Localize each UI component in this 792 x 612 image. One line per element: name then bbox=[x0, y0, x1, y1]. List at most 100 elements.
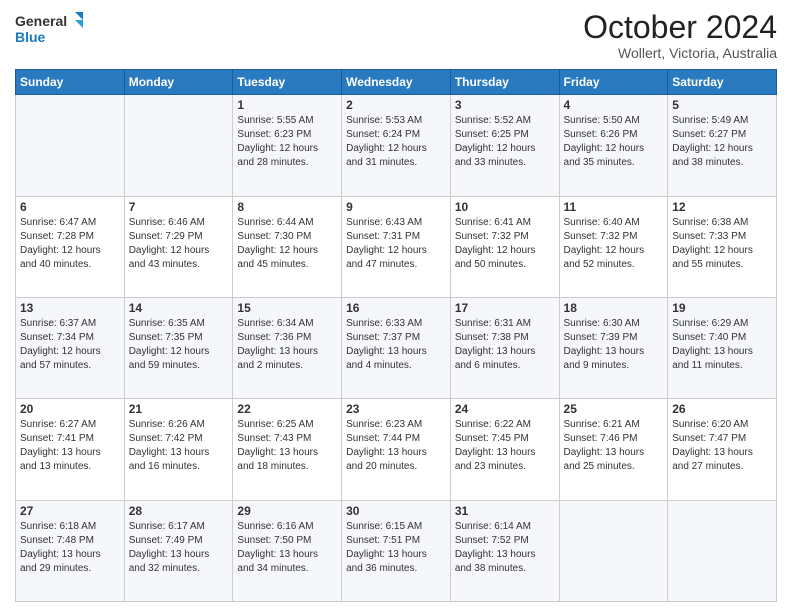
calendar-week-row: 27 Sunrise: 6:18 AM Sunset: 7:48 PM Dayl… bbox=[16, 500, 777, 601]
cell-info: Sunrise: 6:17 AM Sunset: 7:49 PM Dayligh… bbox=[129, 520, 229, 576]
table-row: 24 Sunrise: 6:22 AM Sunset: 7:45 PM Dayl… bbox=[450, 399, 559, 500]
sunset-text: Sunset: 7:50 PM bbox=[237, 535, 311, 546]
cell-info: Sunrise: 6:16 AM Sunset: 7:50 PM Dayligh… bbox=[237, 520, 337, 576]
sunset-text: Sunset: 6:27 PM bbox=[672, 129, 746, 140]
daylight-text: Daylight: 13 hours and 11 minutes. bbox=[672, 346, 753, 371]
cell-info: Sunrise: 6:23 AM Sunset: 7:44 PM Dayligh… bbox=[346, 418, 446, 474]
daylight-text: Daylight: 13 hours and 34 minutes. bbox=[237, 549, 318, 574]
cell-info: Sunrise: 6:15 AM Sunset: 7:51 PM Dayligh… bbox=[346, 520, 446, 576]
sunset-text: Sunset: 7:41 PM bbox=[20, 433, 94, 444]
cell-info: Sunrise: 6:41 AM Sunset: 7:32 PM Dayligh… bbox=[455, 216, 555, 272]
table-row: 21 Sunrise: 6:26 AM Sunset: 7:42 PM Dayl… bbox=[124, 399, 233, 500]
sunrise-text: Sunrise: 6:22 AM bbox=[455, 419, 531, 430]
calendar-week-row: 13 Sunrise: 6:37 AM Sunset: 7:34 PM Dayl… bbox=[16, 297, 777, 398]
day-number: 23 bbox=[346, 402, 446, 416]
daylight-text: Daylight: 13 hours and 18 minutes. bbox=[237, 447, 318, 472]
sunrise-text: Sunrise: 6:37 AM bbox=[20, 318, 96, 329]
daylight-text: Daylight: 12 hours and 28 minutes. bbox=[237, 143, 318, 168]
daylight-text: Daylight: 12 hours and 38 minutes. bbox=[672, 143, 753, 168]
sunset-text: Sunset: 7:47 PM bbox=[672, 433, 746, 444]
table-row: 13 Sunrise: 6:37 AM Sunset: 7:34 PM Dayl… bbox=[16, 297, 125, 398]
cell-info: Sunrise: 6:35 AM Sunset: 7:35 PM Dayligh… bbox=[129, 317, 229, 373]
svg-text:Blue: Blue bbox=[15, 29, 46, 45]
sunrise-text: Sunrise: 6:47 AM bbox=[20, 217, 96, 228]
table-row: 11 Sunrise: 6:40 AM Sunset: 7:32 PM Dayl… bbox=[559, 196, 668, 297]
sunset-text: Sunset: 7:52 PM bbox=[455, 535, 529, 546]
sunset-text: Sunset: 7:45 PM bbox=[455, 433, 529, 444]
sunset-text: Sunset: 7:32 PM bbox=[455, 231, 529, 242]
table-row: 2 Sunrise: 5:53 AM Sunset: 6:24 PM Dayli… bbox=[342, 95, 451, 196]
cell-info: Sunrise: 6:31 AM Sunset: 7:38 PM Dayligh… bbox=[455, 317, 555, 373]
daylight-text: Daylight: 13 hours and 36 minutes. bbox=[346, 549, 427, 574]
sunrise-text: Sunrise: 6:29 AM bbox=[672, 318, 748, 329]
table-row: 29 Sunrise: 6:16 AM Sunset: 7:50 PM Dayl… bbox=[233, 500, 342, 601]
sunset-text: Sunset: 7:42 PM bbox=[129, 433, 203, 444]
sunset-text: Sunset: 7:49 PM bbox=[129, 535, 203, 546]
sunset-text: Sunset: 7:29 PM bbox=[129, 231, 203, 242]
daylight-text: Daylight: 13 hours and 20 minutes. bbox=[346, 447, 427, 472]
day-number: 25 bbox=[564, 402, 664, 416]
day-number: 6 bbox=[20, 200, 120, 214]
cell-info: Sunrise: 6:34 AM Sunset: 7:36 PM Dayligh… bbox=[237, 317, 337, 373]
table-row: 7 Sunrise: 6:46 AM Sunset: 7:29 PM Dayli… bbox=[124, 196, 233, 297]
sunrise-text: Sunrise: 5:50 AM bbox=[564, 115, 640, 126]
sunset-text: Sunset: 7:30 PM bbox=[237, 231, 311, 242]
sunset-text: Sunset: 7:35 PM bbox=[129, 332, 203, 343]
table-row: 31 Sunrise: 6:14 AM Sunset: 7:52 PM Dayl… bbox=[450, 500, 559, 601]
day-number: 17 bbox=[455, 301, 555, 315]
daylight-text: Daylight: 13 hours and 16 minutes. bbox=[129, 447, 210, 472]
daylight-text: Daylight: 13 hours and 6 minutes. bbox=[455, 346, 536, 371]
cell-info: Sunrise: 6:37 AM Sunset: 7:34 PM Dayligh… bbox=[20, 317, 120, 373]
daylight-text: Daylight: 13 hours and 27 minutes. bbox=[672, 447, 753, 472]
col-wednesday: Wednesday bbox=[342, 70, 451, 95]
month-title: October 2024 bbox=[583, 10, 777, 45]
daylight-text: Daylight: 12 hours and 43 minutes. bbox=[129, 245, 210, 270]
day-number: 8 bbox=[237, 200, 337, 214]
sunset-text: Sunset: 6:24 PM bbox=[346, 129, 420, 140]
table-row: 3 Sunrise: 5:52 AM Sunset: 6:25 PM Dayli… bbox=[450, 95, 559, 196]
logo-svg: General Blue bbox=[15, 10, 85, 48]
daylight-text: Daylight: 12 hours and 52 minutes. bbox=[564, 245, 645, 270]
sunset-text: Sunset: 6:23 PM bbox=[237, 129, 311, 140]
cell-info: Sunrise: 6:14 AM Sunset: 7:52 PM Dayligh… bbox=[455, 520, 555, 576]
table-row bbox=[16, 95, 125, 196]
table-row: 25 Sunrise: 6:21 AM Sunset: 7:46 PM Dayl… bbox=[559, 399, 668, 500]
daylight-text: Daylight: 13 hours and 38 minutes. bbox=[455, 549, 536, 574]
daylight-text: Daylight: 12 hours and 50 minutes. bbox=[455, 245, 536, 270]
table-row: 5 Sunrise: 5:49 AM Sunset: 6:27 PM Dayli… bbox=[668, 95, 777, 196]
day-number: 27 bbox=[20, 504, 120, 518]
cell-info: Sunrise: 6:21 AM Sunset: 7:46 PM Dayligh… bbox=[564, 418, 664, 474]
table-row: 6 Sunrise: 6:47 AM Sunset: 7:28 PM Dayli… bbox=[16, 196, 125, 297]
sunrise-text: Sunrise: 6:16 AM bbox=[237, 521, 313, 532]
sunrise-text: Sunrise: 6:30 AM bbox=[564, 318, 640, 329]
day-number: 18 bbox=[564, 301, 664, 315]
svg-text:General: General bbox=[15, 13, 67, 29]
cell-info: Sunrise: 6:22 AM Sunset: 7:45 PM Dayligh… bbox=[455, 418, 555, 474]
cell-info: Sunrise: 6:25 AM Sunset: 7:43 PM Dayligh… bbox=[237, 418, 337, 474]
sunset-text: Sunset: 7:38 PM bbox=[455, 332, 529, 343]
sunset-text: Sunset: 6:26 PM bbox=[564, 129, 638, 140]
sunrise-text: Sunrise: 6:35 AM bbox=[129, 318, 205, 329]
cell-info: Sunrise: 6:26 AM Sunset: 7:42 PM Dayligh… bbox=[129, 418, 229, 474]
table-row: 20 Sunrise: 6:27 AM Sunset: 7:41 PM Dayl… bbox=[16, 399, 125, 500]
logo: General Blue bbox=[15, 10, 85, 48]
sunrise-text: Sunrise: 6:31 AM bbox=[455, 318, 531, 329]
day-number: 29 bbox=[237, 504, 337, 518]
day-number: 30 bbox=[346, 504, 446, 518]
day-number: 28 bbox=[129, 504, 229, 518]
sunset-text: Sunset: 7:32 PM bbox=[564, 231, 638, 242]
col-thursday: Thursday bbox=[450, 70, 559, 95]
sunrise-text: Sunrise: 6:44 AM bbox=[237, 217, 313, 228]
table-row: 12 Sunrise: 6:38 AM Sunset: 7:33 PM Dayl… bbox=[668, 196, 777, 297]
cell-info: Sunrise: 6:40 AM Sunset: 7:32 PM Dayligh… bbox=[564, 216, 664, 272]
table-row: 14 Sunrise: 6:35 AM Sunset: 7:35 PM Dayl… bbox=[124, 297, 233, 398]
cell-info: Sunrise: 5:53 AM Sunset: 6:24 PM Dayligh… bbox=[346, 114, 446, 170]
cell-info: Sunrise: 6:18 AM Sunset: 7:48 PM Dayligh… bbox=[20, 520, 120, 576]
col-monday: Monday bbox=[124, 70, 233, 95]
sunrise-text: Sunrise: 6:15 AM bbox=[346, 521, 422, 532]
sunrise-text: Sunrise: 5:49 AM bbox=[672, 115, 748, 126]
cell-info: Sunrise: 6:44 AM Sunset: 7:30 PM Dayligh… bbox=[237, 216, 337, 272]
sunrise-text: Sunrise: 6:23 AM bbox=[346, 419, 422, 430]
location: Wollert, Victoria, Australia bbox=[583, 45, 777, 61]
sunset-text: Sunset: 7:39 PM bbox=[564, 332, 638, 343]
